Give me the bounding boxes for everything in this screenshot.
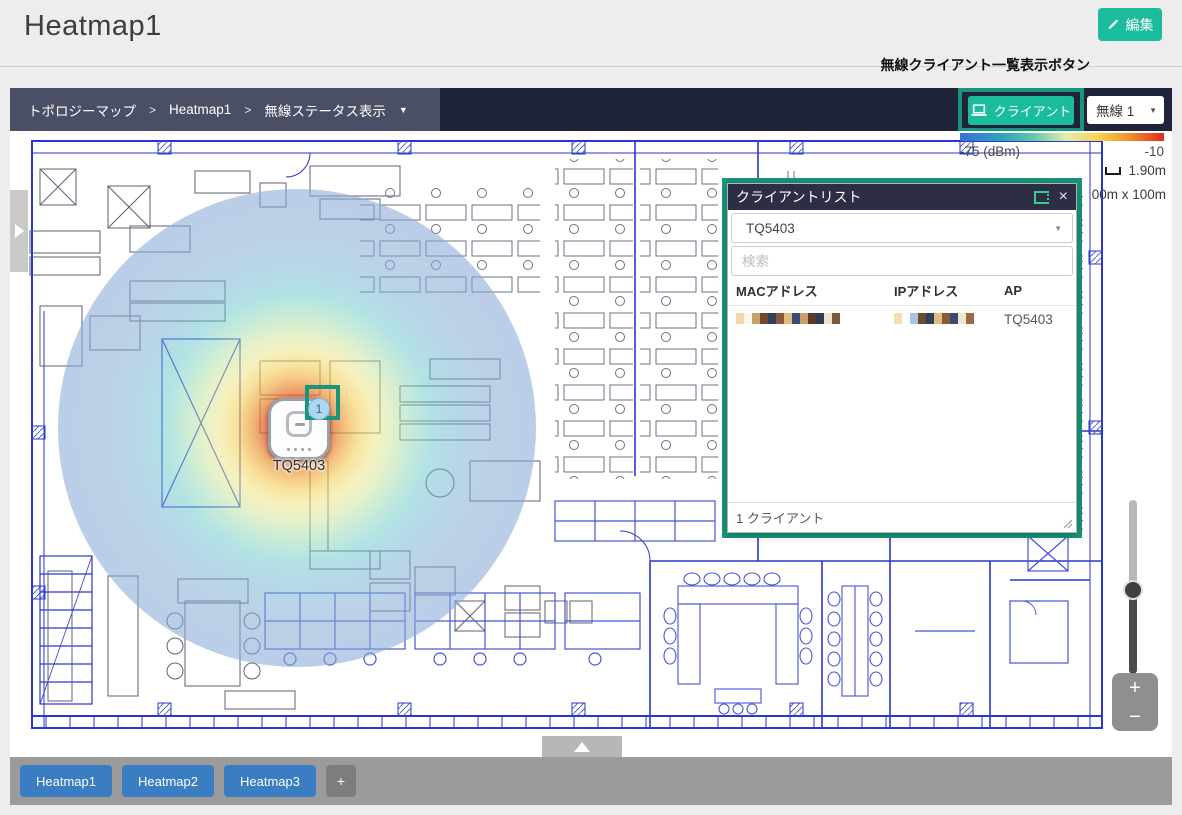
signal-gradient-labels: -75 (dBm) -10 — [960, 144, 1164, 159]
signal-gradient-bar — [960, 133, 1164, 141]
edit-button[interactable]: 編集 — [1098, 8, 1162, 41]
map-canvas[interactable]: -75 (dBm) -10 1.90m 00m x 100m TQ5403 1 … — [10, 131, 1172, 757]
column-mac: MACアドレス — [736, 281, 894, 300]
mac-address-redacted — [736, 312, 894, 327]
breadcrumb-heatmap1[interactable]: Heatmap1 — [169, 102, 231, 117]
chevron-down-icon: ▼ — [1149, 106, 1157, 115]
breadcrumb-status-mode[interactable]: 無線ステータス表示 — [264, 100, 386, 120]
breadcrumb-topology[interactable]: トポロジーマップ — [28, 100, 136, 120]
add-map-tab-button[interactable]: + — [326, 765, 356, 797]
pixelated-mac — [736, 313, 840, 324]
ap-filter-select[interactable]: TQ5403 ▼ — [731, 213, 1073, 243]
pixelated-ip — [894, 313, 974, 324]
ap-name-label: TQ5403 — [252, 458, 346, 474]
page-title: Heatmap1 — [24, 10, 162, 43]
map-tab-bar: Heatmap1 Heatmap2 Heatmap3 + — [10, 757, 1172, 805]
breadcrumb: トポロジーマップ > Heatmap1 > 無線ステータス表示 ▼ — [10, 88, 440, 131]
annotation-label: 無線クライアント一覧表示ボタン — [881, 55, 1090, 75]
sidebar-expand-button[interactable] — [10, 190, 28, 272]
legend-min-label: -75 (dBm) — [960, 144, 1020, 159]
column-ap: AP — [1004, 283, 1068, 298]
radio-select-value: 無線 1 — [1096, 100, 1134, 120]
map-scale-label: 1.90m — [1128, 163, 1166, 178]
client-button-label: クライアント — [994, 101, 1071, 120]
resize-handle[interactable] — [1061, 517, 1073, 529]
dock-panel-icon[interactable] — [1034, 191, 1049, 204]
scale-ruler-icon — [1105, 167, 1121, 175]
breadcrumb-separator: > — [244, 103, 251, 117]
ap-filter-value: TQ5403 — [746, 221, 795, 236]
close-icon[interactable]: × — [1059, 189, 1068, 205]
zoom-slider-track-upper[interactable] — [1129, 500, 1137, 590]
search-input[interactable] — [731, 246, 1073, 276]
client-table-header: MACアドレス IPアドレス AP — [728, 276, 1076, 306]
zoom-slider-thumb[interactable] — [1123, 580, 1143, 600]
chevron-down-icon[interactable]: ▼ — [399, 105, 408, 115]
panel-reveal-up-button[interactable] — [542, 736, 622, 757]
ap-led-dots — [271, 448, 327, 451]
chevron-down-icon: ▼ — [1054, 224, 1062, 233]
column-ip: IPアドレス — [894, 281, 1004, 300]
pencil-icon — [1107, 18, 1120, 31]
client-panel-highlight-box: クライアントリスト × TQ5403 ▼ MACアドレス IPアドレス AP — [722, 178, 1082, 538]
breadcrumb-separator: > — [149, 103, 156, 117]
tab-heatmap1[interactable]: Heatmap1 — [20, 765, 112, 797]
zoom-in-button[interactable]: + — [1112, 678, 1158, 698]
triangle-up-icon — [574, 742, 590, 752]
map-scale: 1.90m — [1105, 163, 1166, 178]
edit-button-label: 編集 — [1126, 15, 1154, 35]
radio-select[interactable]: 無線 1 ▼ — [1087, 96, 1164, 124]
client-panel-title: クライアントリスト — [736, 187, 861, 207]
client-list-button[interactable]: クライアント — [968, 96, 1074, 125]
client-list-panel: クライアントリスト × TQ5403 ▼ MACアドレス IPアドレス AP — [727, 183, 1077, 533]
legend-max-label: -10 — [1144, 144, 1164, 159]
zoom-controls: + − — [1112, 673, 1158, 731]
client-count-footer: 1 クライアント — [728, 502, 1076, 532]
ip-address-redacted — [894, 312, 1004, 327]
map-toolbar: トポロジーマップ > Heatmap1 > 無線ステータス表示 ▼ クライアント… — [10, 88, 1172, 131]
zoom-out-button[interactable]: − — [1112, 707, 1158, 727]
laptop-icon — [971, 104, 987, 117]
client-count-badge[interactable]: 1 — [308, 398, 330, 420]
tab-heatmap2[interactable]: Heatmap2 — [122, 765, 214, 797]
client-panel-header[interactable]: クライアントリスト × — [728, 184, 1076, 210]
client-button-highlight-box: クライアント — [958, 88, 1084, 132]
tab-heatmap3[interactable]: Heatmap3 — [224, 765, 316, 797]
chevron-right-icon — [15, 224, 24, 238]
table-row[interactable]: TQ5403 — [728, 306, 1076, 332]
map-dimensions-label: 00m x 100m — [1092, 187, 1166, 202]
client-ap-cell: TQ5403 — [1004, 312, 1068, 327]
zoom-slider-track-lower[interactable] — [1129, 590, 1137, 674]
